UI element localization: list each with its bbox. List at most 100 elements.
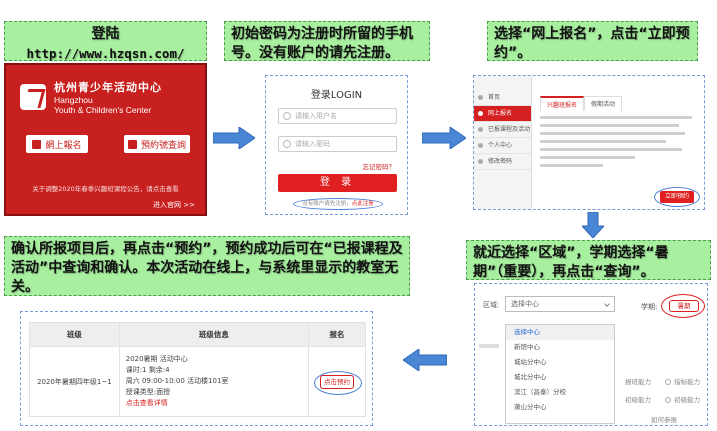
signup-tabs: 兴趣班报名 假期活动 — [540, 96, 623, 111]
sidebar-item-profile[interactable]: 个人中心 — [474, 138, 531, 154]
row-label: 初级能力 — [625, 396, 651, 404]
area-dropdown: 选择中心 新馆中心 城站分中心 城北分中心 滨江（昌泰）分校 萧山分中心 — [505, 324, 615, 424]
dropdown-option[interactable]: 选择中心 — [506, 325, 614, 340]
sidebar-item-enrolled[interactable]: 已报课程及活动 — [474, 122, 531, 138]
info-line: 2020暑期 活动中心 — [125, 355, 188, 363]
booking-query-button[interactable]: 預約號查詢 — [124, 135, 190, 153]
dropdown-option[interactable]: 城站分中心 — [506, 355, 614, 370]
register-hint: 没有账户请先注册，点此注册 — [293, 198, 383, 210]
column-header: 班级信息 — [118, 322, 310, 347]
center-logo: 杭州青少年活动中心 Hangzhou Youth & Children's Ce… — [20, 79, 162, 115]
sidebar-item-home[interactable]: 首页 — [474, 90, 531, 106]
signup-page-screenshot: 首页 网上报名 已报课程及活动 个人中心 修改密码 兴趣班报名 假期活动 立即预… — [473, 75, 705, 210]
form-row-1: 报班能力 指标能力 — [625, 376, 700, 386]
highlight-ring — [314, 370, 363, 395]
logo-en-text-1: Hangzhou — [54, 95, 93, 105]
arrow-left-icon — [403, 349, 447, 371]
dropdown-option[interactable]: 城北分中心 — [506, 370, 614, 385]
logo-icon — [20, 84, 46, 110]
username-placeholder: 请输入用户名 — [295, 112, 337, 120]
dropdown-option[interactable]: 滨江（昌泰）分校 — [506, 385, 614, 400]
dropdown-option[interactable]: 新馆中心 — [506, 340, 614, 355]
sidebar-item-label: 个人中心 — [488, 142, 513, 149]
step1-url: http://www.hzqsn.com/ — [26, 46, 185, 61]
class-table: 班级 班级信息 报名 2020年暑期四年级1~1 2020暑期 活动中心 课时:… — [29, 322, 366, 417]
sidebar-item-signup[interactable]: 网上报名 — [474, 106, 531, 122]
enter-site-link[interactable]: 进入官网 >> — [153, 200, 195, 210]
info-line: 周六 09:00-10:00 活动楼101室 — [125, 377, 229, 385]
row-label: 报班能力 — [625, 378, 651, 386]
arrow-right-icon — [213, 127, 255, 149]
arrow-down-icon — [582, 212, 604, 238]
chevron-down-icon — [604, 301, 610, 307]
row-label: 如何参报 — [651, 416, 677, 424]
password-field[interactable]: 请输入密码 — [278, 136, 397, 152]
password-placeholder: 请输入密码 — [295, 140, 330, 148]
column-header: 报名 — [308, 322, 366, 347]
dropdown-option[interactable]: 萧山分中心 — [506, 400, 614, 415]
notice-link[interactable]: 关于调整2020年春季兴趣班课程公告，请点击查看 — [6, 183, 205, 193]
logo-en-text-2: Youth & Children's Center — [54, 105, 152, 115]
view-details-link[interactable]: 点击查看详情 — [126, 398, 302, 409]
step1-callout: 登陆 http://www.hzqsn.com/ — [4, 21, 207, 61]
column-header: 班级 — [29, 322, 120, 347]
homepage-screenshot: 杭州青少年活动中心 Hangzhou Youth & Children's Ce… — [4, 63, 207, 216]
step5-callout: 确认所报项目后，再点击“预约”，预约成功后可在“已报课程及活动”中查询和确认。本… — [4, 236, 410, 296]
arrow-right-icon — [422, 127, 466, 149]
sidebar: 首页 网上报名 已报课程及活动 个人中心 修改密码 — [474, 76, 532, 209]
login-button[interactable]: 登 录 — [278, 174, 397, 192]
online-signup-label: 網上報名 — [45, 140, 82, 151]
forgot-password-link[interactable]: 忘记密码？ — [363, 161, 396, 171]
lock-icon — [283, 140, 291, 148]
area-select-value: 选择中心 — [511, 300, 539, 308]
check-label: 指标能力 — [674, 378, 701, 386]
login-screenshot: 登录LOGIN 请输入用户名 请输入密码 忘记密码？ 登 录 没有账户请先注册，… — [265, 75, 408, 215]
register-text: 没有账户请先注册， — [302, 201, 352, 207]
class-name-cell: 2020年暑期四年级1~1 — [29, 346, 120, 417]
booking-query-label: 預約號查詢 — [140, 140, 186, 151]
radio-icon[interactable] — [665, 379, 672, 385]
book-now-button[interactable]: 立即预约 — [660, 191, 694, 203]
form-row-3: 如何参报 — [651, 414, 677, 424]
online-signup-button[interactable]: 網上報名 — [26, 135, 88, 153]
query-icon — [127, 139, 137, 149]
user-icon — [283, 112, 291, 120]
radio-icon[interactable] — [665, 397, 672, 403]
sidebar-item-password[interactable]: 修改密码 — [474, 154, 531, 170]
book-button[interactable]: 点击预约 — [314, 370, 363, 395]
tab-holiday-activity[interactable]: 假期活动 — [584, 96, 623, 111]
term-select[interactable]: 暑期 — [669, 300, 699, 312]
class-info-cell: 2020暑期 活动中心 课时:1 剩余:4 周六 09:00-10:00 活动楼… — [118, 346, 310, 417]
menu-dot-icon — [478, 143, 483, 148]
table-row: 2020年暑期四年级1~1 2020暑期 活动中心 课时:1 剩余:4 周六 0… — [29, 346, 366, 417]
area-select[interactable]: 选择中心 — [505, 296, 615, 312]
login-title: 登录LOGIN — [310, 90, 363, 101]
faded-label — [479, 344, 499, 348]
register-link[interactable]: 点此注册 — [352, 201, 374, 207]
sidebar-item-label: 首页 — [488, 94, 501, 101]
tab-interest-class[interactable]: 兴趣班报名 — [540, 96, 585, 111]
term-label: 学期: — [641, 303, 658, 311]
check-label: 初级能力 — [674, 396, 701, 404]
menu-dot-icon — [478, 95, 483, 100]
signup-icon — [32, 139, 42, 149]
step2-callout: 初始密码为注册时所留的手机号。没有账户的请先注册。 — [224, 21, 430, 61]
step4-callout: 就近选择“区域”，学期选择“暑期”（重要），再点击“查询”。 — [466, 240, 711, 280]
step1-title: 登陆 — [91, 26, 120, 42]
search-form-screenshot: 区域: 选择中心 学期: 暑期 选择中心 新馆中心 城站分中心 城北分中心 滨江… — [474, 283, 708, 426]
info-line: 授课类型:面授 — [125, 388, 171, 396]
booking-cell: 点击预约 — [308, 346, 366, 417]
sidebar-item-label: 修改密码 — [488, 158, 513, 165]
booking-table-screenshot: 班级 班级信息 报名 2020年暑期四年级1~1 2020暑期 活动中心 课时:… — [20, 311, 373, 426]
menu-dot-icon — [478, 127, 483, 132]
area-label: 区域: — [483, 301, 500, 309]
menu-dot-icon — [478, 159, 483, 164]
menu-dot-icon — [478, 111, 483, 116]
info-line: 课时:1 剩余:4 — [125, 366, 170, 374]
username-field[interactable]: 请输入用户名 — [278, 108, 397, 124]
sidebar-item-label: 已报课程及活动 — [488, 126, 531, 133]
logo-cn-text: 杭州青少年活动中心 — [54, 81, 162, 94]
sidebar-item-label: 网上报名 — [488, 110, 513, 117]
form-row-2: 初级能力 初级能力 — [625, 394, 700, 404]
step3-callout: 选择“网上报名”，点击“立即预约”。 — [487, 21, 698, 61]
